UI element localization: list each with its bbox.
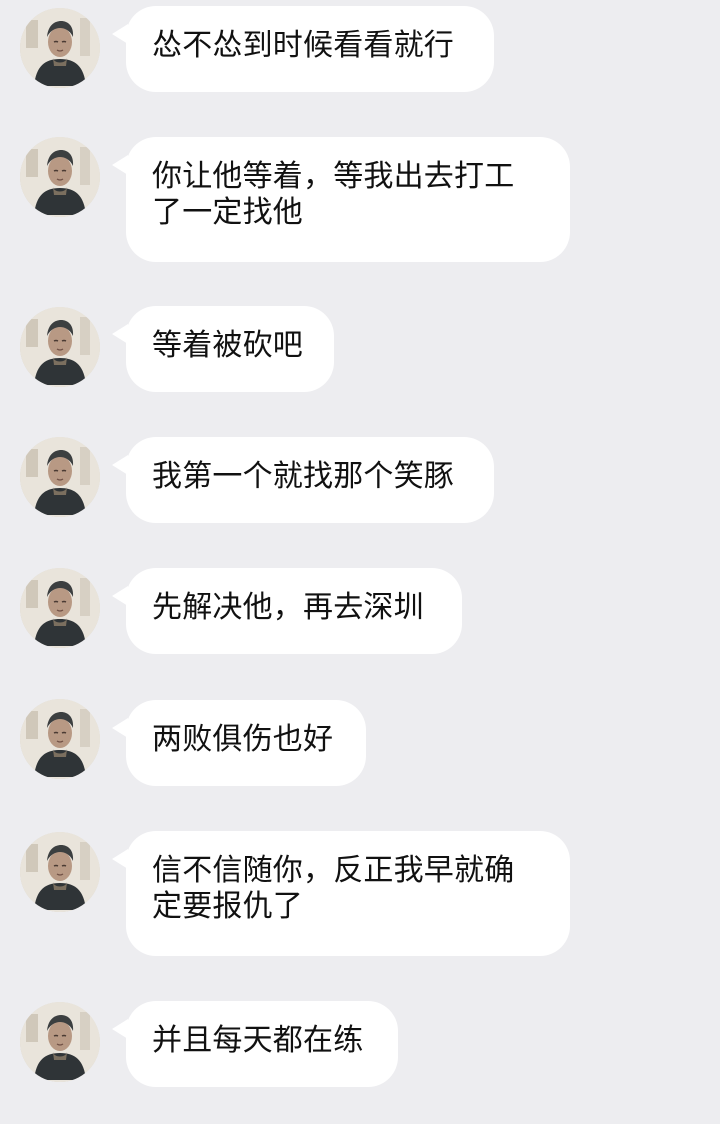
avatar[interactable] [20, 307, 100, 387]
avatar[interactable] [20, 699, 100, 779]
avatar[interactable] [20, 568, 100, 648]
bubble-tail [112, 849, 128, 869]
message-text: 我第一个就找那个笑豚 [152, 459, 454, 494]
avatar[interactable] [20, 137, 100, 217]
message-bubble[interactable]: 我第一个就找那个笑豚 [112, 437, 494, 523]
message-bubble[interactable]: 并且每天都在练 [112, 1001, 398, 1087]
bubble-tail [112, 324, 128, 344]
avatar[interactable] [20, 437, 100, 517]
bubble-tail [112, 586, 128, 606]
message-text: 怂不怂到时候看看就行 [152, 28, 454, 63]
message-text: 先解决他，再去深圳 [152, 590, 424, 625]
bubble-tail [112, 718, 128, 738]
message-bubble[interactable]: 怂不怂到时候看看就行 [112, 6, 494, 92]
message-bubble[interactable]: 等着被砍吧 [112, 306, 334, 392]
bubble-tail [112, 155, 128, 175]
message-text: 等着被砍吧 [152, 328, 303, 363]
message-bubble[interactable]: 先解决他，再去深圳 [112, 568, 462, 654]
message-text: 并且每天都在练 [152, 1023, 364, 1058]
message-bubble[interactable]: 信不信随你，反正我早就确定要报仇了 [112, 831, 570, 956]
avatar[interactable] [20, 1002, 100, 1082]
bubble-tail [112, 455, 128, 475]
message-text: 信不信随你，反正我早就确定要报仇了 [152, 853, 515, 924]
message-bubble[interactable]: 你让他等着，等我出去打工了一定找他 [112, 137, 570, 262]
bubble-tail [112, 1019, 128, 1039]
avatar[interactable] [20, 8, 100, 88]
avatar[interactable] [20, 832, 100, 912]
message-text: 两败俱伤也好 [152, 722, 334, 757]
message-bubble[interactable]: 两败俱伤也好 [112, 700, 366, 786]
bubble-tail [112, 24, 128, 44]
message-text: 你让他等着，等我出去打工了一定找他 [152, 159, 515, 230]
